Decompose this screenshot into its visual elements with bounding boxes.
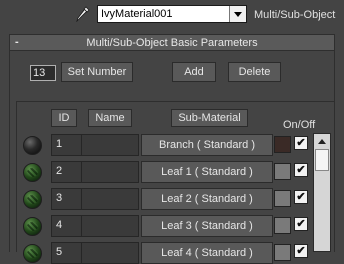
on-off-column-header: On/Off (283, 119, 316, 131)
material-preview-icon[interactable] (23, 190, 42, 209)
scrollbar[interactable] (313, 133, 331, 252)
table-row: 5 Leaf 4 ( Standard ) ✔ (0, 242, 344, 264)
table-row: 2 Leaf 1 ( Standard ) ✔ (0, 161, 344, 183)
table-row: 1 Branch ( Standard ) ✔ (0, 134, 344, 156)
table-row: 3 Leaf 2 ( Standard ) ✔ (0, 188, 344, 210)
on-off-checkbox[interactable]: ✔ (294, 190, 308, 204)
rollout-header[interactable]: - Multi/Sub-Object Basic Parameters (9, 34, 335, 51)
eyedropper-icon[interactable] (76, 6, 90, 23)
row-name-field[interactable] (81, 188, 139, 210)
color-swatch[interactable] (274, 244, 291, 261)
id-column-header[interactable]: ID (51, 109, 77, 127)
material-type-label[interactable]: Multi/Sub-Object (254, 8, 344, 22)
scroll-up-icon[interactable] (314, 134, 330, 148)
table-row: 4 Leaf 3 ( Standard ) ✔ (0, 215, 344, 237)
sub-material-button[interactable]: Leaf 2 ( Standard ) (141, 188, 273, 210)
sub-material-button[interactable]: Leaf 1 ( Standard ) (141, 161, 273, 183)
on-off-checkbox[interactable]: ✔ (294, 163, 308, 177)
sub-material-column-header[interactable]: Sub-Material (171, 109, 248, 127)
on-off-checkbox[interactable]: ✔ (294, 217, 308, 231)
delete-button[interactable]: Delete (228, 62, 281, 82)
scrollbar-thumb[interactable] (315, 149, 329, 171)
sub-material-button[interactable]: Branch ( Standard ) (141, 134, 273, 156)
add-button[interactable]: Add (172, 62, 216, 82)
rollout-title: Multi/Sub-Object Basic Parameters (86, 37, 258, 49)
color-swatch[interactable] (274, 190, 291, 207)
row-id-field[interactable]: 4 (51, 215, 83, 237)
material-name-dropdown[interactable]: IvyMaterial001 (97, 5, 247, 23)
color-swatch[interactable] (274, 217, 291, 234)
row-id-field[interactable]: 3 (51, 188, 83, 210)
row-name-field[interactable] (81, 242, 139, 264)
material-preview-icon[interactable] (23, 244, 42, 263)
row-name-field[interactable] (81, 134, 139, 156)
row-id-field[interactable]: 1 (51, 134, 83, 156)
sub-material-button[interactable]: Leaf 3 ( Standard ) (141, 215, 273, 237)
color-swatch[interactable] (274, 136, 291, 153)
material-preview-icon[interactable] (23, 217, 42, 236)
name-column-header[interactable]: Name (88, 109, 132, 127)
on-off-checkbox[interactable]: ✔ (294, 244, 308, 258)
on-off-checkbox[interactable]: ✔ (294, 136, 308, 150)
sub-material-button[interactable]: Leaf 4 ( Standard ) (141, 242, 273, 264)
color-swatch[interactable] (274, 163, 291, 180)
material-name-value: IvyMaterial001 (101, 8, 173, 20)
row-name-field[interactable] (81, 215, 139, 237)
material-preview-icon[interactable] (23, 136, 42, 155)
chevron-down-icon[interactable] (229, 6, 246, 22)
row-id-field[interactable]: 5 (51, 242, 83, 264)
row-name-field[interactable] (81, 161, 139, 183)
row-id-field[interactable]: 2 (51, 161, 83, 183)
material-preview-icon[interactable] (23, 163, 42, 182)
set-number-button[interactable]: Set Number (61, 62, 133, 82)
material-count-field[interactable]: 13 (30, 65, 56, 81)
